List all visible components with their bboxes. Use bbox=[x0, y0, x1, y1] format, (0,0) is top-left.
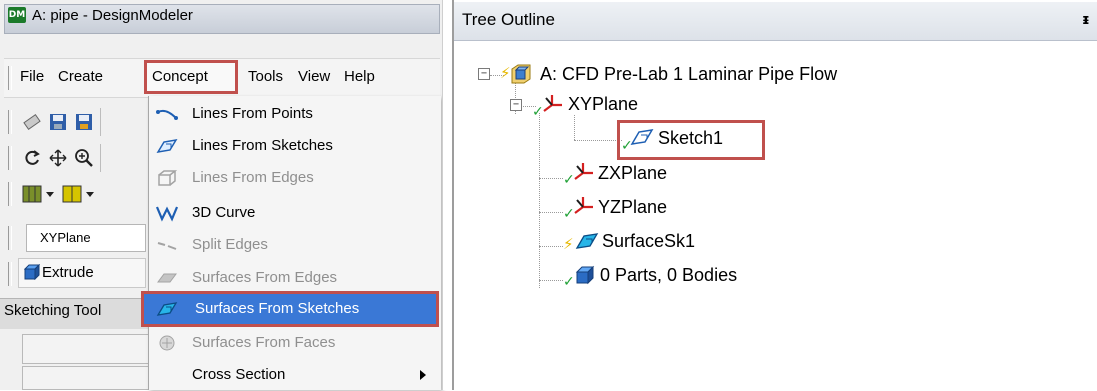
rotate-icon[interactable] bbox=[22, 148, 42, 168]
surfaces-from-faces-icon bbox=[159, 335, 175, 351]
menu-item-label: Lines From Edges bbox=[192, 169, 314, 186]
tree-outline-title: Tree Outline bbox=[462, 10, 555, 29]
lines-from-edges-icon bbox=[158, 170, 178, 186]
surfaces-from-edges-icon bbox=[157, 273, 177, 283]
panel-divider bbox=[442, 0, 452, 390]
lightning-status-icon: ⚡ bbox=[500, 64, 511, 82]
menu-help[interactable]: Help bbox=[344, 68, 375, 85]
3d-curve-icon bbox=[156, 206, 178, 222]
tree-node-zxplane[interactable]: ZXPlane bbox=[598, 163, 667, 184]
model-icon bbox=[511, 64, 531, 84]
extrude-icon bbox=[24, 264, 40, 280]
checkmark-icon: ✓ bbox=[563, 274, 575, 290]
plane-axes-icon bbox=[543, 95, 562, 112]
menu-item-label: Split Edges bbox=[192, 236, 268, 253]
collapse-toggle[interactable]: − bbox=[478, 68, 490, 80]
tree-connector bbox=[539, 246, 563, 247]
menu-tools[interactable]: Tools bbox=[248, 68, 283, 85]
menu-item-surfaces-from-sketches[interactable]: Surfaces From Sketches bbox=[141, 291, 439, 327]
tree-connector bbox=[539, 178, 563, 179]
parts-icon bbox=[575, 265, 595, 285]
tree-outline-panel bbox=[452, 0, 1097, 390]
separator bbox=[100, 144, 101, 172]
toolbar-grip[interactable] bbox=[8, 226, 12, 250]
menu-item-label: Surfaces From Faces bbox=[192, 334, 336, 351]
separator bbox=[100, 108, 101, 136]
eraser-icon[interactable] bbox=[22, 112, 42, 132]
toolbar-grip[interactable] bbox=[8, 262, 12, 286]
tree-connector bbox=[574, 140, 622, 141]
menu-item-lines-from-points[interactable]: Lines From Points bbox=[148, 98, 440, 130]
window-title: A: pipe - DesignModeler bbox=[32, 7, 193, 24]
zoom-icon[interactable] bbox=[74, 148, 94, 168]
sketching-tools-label: Sketching Tool bbox=[4, 302, 102, 319]
menu-item-lines-from-edges[interactable]: Lines From Edges bbox=[148, 162, 440, 194]
menu-item-surfaces-from-edges[interactable]: Surfaces From Edges bbox=[148, 262, 440, 294]
color-mode-dropdown-icon[interactable] bbox=[62, 184, 96, 204]
collapse-toggle[interactable]: − bbox=[510, 99, 522, 111]
save-icon[interactable] bbox=[48, 112, 68, 132]
plane-axes-icon bbox=[574, 197, 593, 214]
menu-concept[interactable]: Concept bbox=[152, 68, 208, 85]
menu-item-split-edges[interactable]: Split Edges bbox=[148, 229, 440, 261]
tree-node-parts-bodies[interactable]: 0 Parts, 0 Bodies bbox=[600, 265, 737, 286]
menu-file[interactable]: File bbox=[20, 68, 44, 85]
menu-item-label: Surfaces From Sketches bbox=[195, 300, 360, 317]
menu-item-cross-section[interactable]: Cross Section bbox=[148, 359, 440, 391]
tree-node-surfacesk1[interactable]: SurfaceSk1 bbox=[602, 231, 695, 252]
toolbar-grip[interactable] bbox=[8, 146, 12, 170]
menu-item-surfaces-from-faces[interactable]: Surfaces From Faces bbox=[148, 327, 440, 359]
menu-item-label: Cross Section bbox=[192, 366, 286, 383]
menu-item-label: 3D Curve bbox=[192, 204, 256, 221]
surfaces-from-sketches-icon bbox=[156, 302, 178, 316]
menu-item-lines-from-sketches[interactable]: Lines From Sketches bbox=[148, 130, 440, 162]
tree-node-yzplane[interactable]: YZPlane bbox=[598, 197, 667, 218]
sketch-icon bbox=[630, 129, 654, 145]
menu-item-label: Surfaces From Edges bbox=[192, 269, 338, 286]
tree-node-xyplane[interactable]: XYPlane bbox=[568, 94, 638, 115]
tree-connector bbox=[539, 212, 563, 213]
toolbar-grip[interactable] bbox=[8, 182, 12, 206]
menu-create[interactable]: Create bbox=[58, 68, 103, 85]
split-edges-icon bbox=[157, 242, 177, 250]
surface-sketch-icon bbox=[575, 233, 599, 249]
tree-connector bbox=[539, 113, 540, 288]
lines-from-points-icon bbox=[156, 109, 178, 120]
dm-logo-icon: DM bbox=[8, 7, 26, 23]
lines-from-sketches-icon bbox=[156, 138, 178, 154]
menu-item-label: Lines From Sketches bbox=[192, 137, 333, 154]
display-mode-dropdown-icon[interactable] bbox=[22, 184, 56, 204]
pin-icon[interactable]: ᵻ bbox=[1082, 12, 1090, 28]
toolbar-grip[interactable] bbox=[8, 66, 12, 90]
plane-select-value: XYPlane bbox=[40, 230, 91, 245]
tree-node-root[interactable]: A: CFD Pre-Lab 1 Laminar Pipe Flow bbox=[540, 64, 837, 85]
sketching-toolbox-pane[interactable] bbox=[22, 366, 152, 390]
pan-icon[interactable] bbox=[48, 148, 68, 168]
tree-connector bbox=[574, 115, 575, 140]
submenu-arrow-icon bbox=[420, 370, 426, 380]
toolbar-grip[interactable] bbox=[8, 110, 12, 134]
menu-item-3d-curve[interactable]: 3D Curve bbox=[148, 197, 440, 229]
tree-connector bbox=[539, 280, 563, 281]
menu-view[interactable]: View bbox=[298, 68, 330, 85]
extrude-label: Extrude bbox=[42, 264, 94, 281]
lightning-status-icon: ⚡ bbox=[563, 235, 574, 253]
save-as-icon[interactable] bbox=[74, 112, 94, 132]
tree-node-sketch1[interactable]: Sketch1 bbox=[658, 128, 723, 149]
menu-item-label: Lines From Points bbox=[192, 105, 313, 122]
plane-axes-icon bbox=[574, 163, 593, 180]
sketching-toolbox-pane[interactable] bbox=[22, 334, 152, 364]
